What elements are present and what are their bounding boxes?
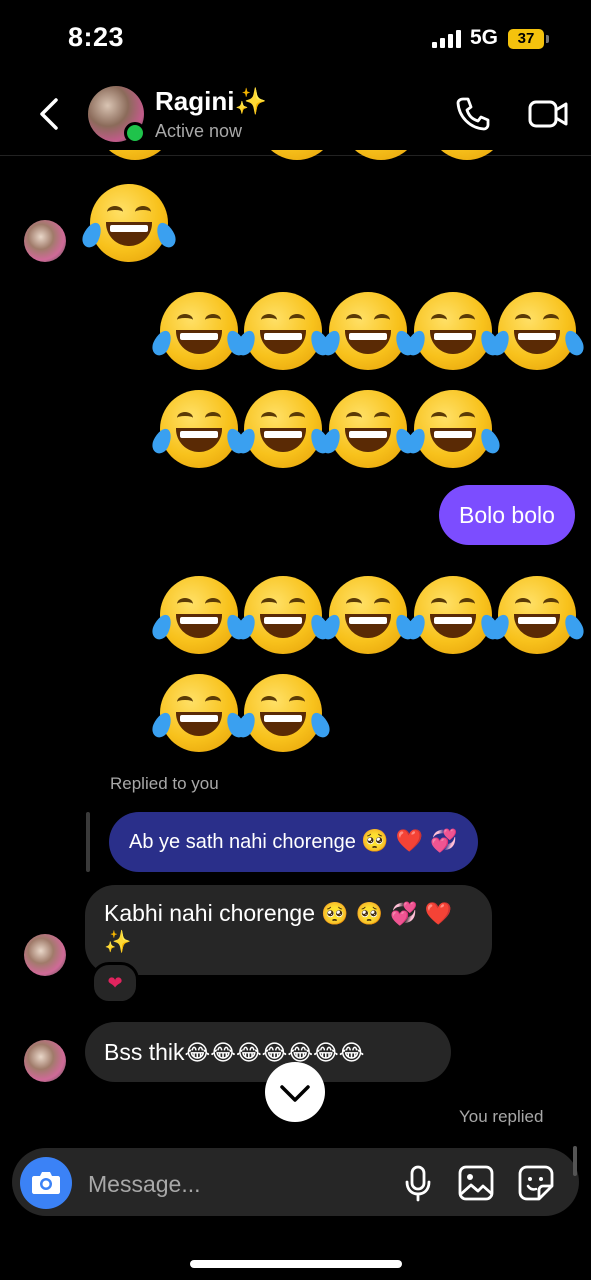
emoji-peek xyxy=(342,150,420,160)
heart-reaction[interactable]: ❤ xyxy=(91,962,139,1004)
contact-name[interactable]: Ragini✨ xyxy=(155,86,267,117)
you-replied-label: You replied xyxy=(459,1107,544,1126)
battery-icon: 37 xyxy=(508,29,544,49)
laughing-emoji xyxy=(318,576,418,654)
message-input[interactable] xyxy=(86,1166,380,1202)
network-label: 5G xyxy=(470,26,499,49)
scroll-down-button[interactable] xyxy=(265,1062,325,1122)
emoji-peek xyxy=(428,150,506,160)
online-status-dot xyxy=(124,122,146,144)
laughing-emoji xyxy=(318,390,418,468)
laughing-emoji xyxy=(149,674,249,752)
sent-message-bubble[interactable]: Bolo bolo xyxy=(439,485,575,545)
contact-status: Active now xyxy=(155,121,243,141)
camera-icon xyxy=(32,1172,60,1194)
camera-button[interactable] xyxy=(20,1157,72,1209)
quoted-text: Ab ye sath nahi chorenge xyxy=(129,831,356,853)
replied-label: Replied to you xyxy=(110,774,219,793)
laughing-emoji xyxy=(233,674,333,752)
message-text: Kabhi nahi chorenge xyxy=(104,900,315,926)
laughing-emoji xyxy=(487,576,587,654)
received-message-bubble[interactable]: Kabhi nahi chorenge 🥺 🥺 💞 ❤️ ✨ xyxy=(85,885,492,975)
message-line-1: Kabhi nahi chorenge 🥺 🥺 💞 ❤️ xyxy=(104,900,452,927)
reply-indicator-bar xyxy=(86,812,90,872)
quoted-message-bubble[interactable]: Ab ye sath nahi chorenge 🥺 ❤️ 💞 xyxy=(109,812,478,872)
battery-tip xyxy=(546,35,549,43)
laughing-emoji xyxy=(149,292,249,370)
laughing-emoji xyxy=(318,292,418,370)
laughing-emoji xyxy=(233,292,333,370)
emoji-row-peek xyxy=(0,150,591,160)
laughing-emoji xyxy=(149,576,249,654)
contact-avatar[interactable] xyxy=(24,1040,66,1082)
message-emojis: 🥺 🥺 💞 ❤️ xyxy=(321,902,452,927)
laughing-emoji xyxy=(233,390,333,468)
microphone-icon[interactable] xyxy=(402,1164,434,1202)
laughing-emoji xyxy=(487,292,587,370)
laughing-emoji xyxy=(403,576,503,654)
laughing-emoji xyxy=(149,390,249,468)
laughing-emoji xyxy=(403,390,503,468)
contact-avatar[interactable] xyxy=(24,220,66,262)
message-line: Bss thik😂😂😂😂😂😂😂 xyxy=(104,1039,364,1066)
back-icon[interactable] xyxy=(34,94,70,134)
scrollbar[interactable] xyxy=(573,1146,577,1176)
chevron-down-icon xyxy=(280,1085,310,1102)
home-indicator[interactable] xyxy=(190,1260,402,1268)
message-text: Bss thik xyxy=(104,1039,185,1065)
laughing-emoji-message[interactable] xyxy=(79,184,179,262)
emoji-peek xyxy=(258,150,336,160)
laughing-emoji xyxy=(403,292,503,370)
signal-icon xyxy=(432,30,462,48)
laughing-emoji xyxy=(233,576,333,654)
emoji-peek xyxy=(96,150,174,160)
video-icon[interactable] xyxy=(527,96,569,132)
gallery-icon[interactable] xyxy=(457,1164,495,1202)
phone-icon[interactable] xyxy=(454,95,492,133)
sparkles-emoji: ✨ xyxy=(104,930,132,955)
status-time: 8:23 xyxy=(68,22,125,52)
sticker-icon[interactable] xyxy=(517,1164,555,1202)
quoted-emojis: 🥺 ❤️ 💞 xyxy=(361,829,458,854)
contact-avatar[interactable] xyxy=(24,934,66,976)
